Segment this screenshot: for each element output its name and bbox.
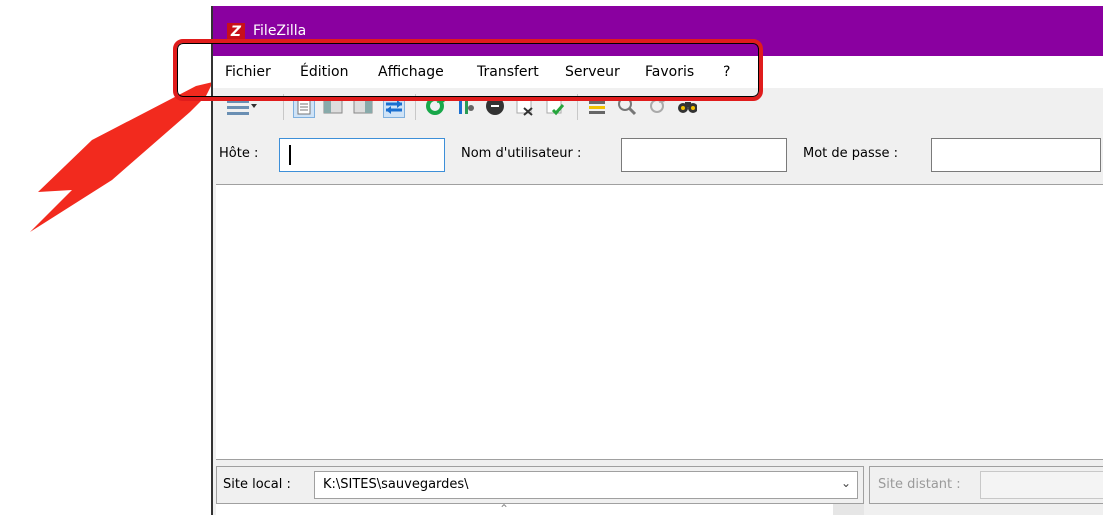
host-input[interactable] [279, 138, 445, 172]
caret-up-icon: ⌃ [499, 502, 510, 515]
username-label: Nom d'utilisateur : [461, 146, 582, 161]
local-tree [216, 504, 864, 515]
quickconnect-bar: Hôte : Nom d'utilisateur : Mot de passe … [213, 128, 1103, 182]
local-path-select[interactable]: K:\SITES\sauvegardes\ ⌄ [314, 471, 858, 499]
remote-path-select[interactable] [980, 471, 1103, 499]
password-label: Mot de passe : [803, 146, 899, 161]
host-label: Hôte : [219, 146, 259, 161]
local-site-bar: Site local : K:\SITES\sauvegardes\ ⌄ [216, 466, 864, 504]
text-cursor [289, 145, 291, 165]
password-input[interactable] [931, 138, 1101, 172]
remote-site-bar: Site distant : [869, 466, 1103, 504]
local-site-label: Site local : [223, 477, 291, 492]
window-title: FileZilla [253, 23, 307, 39]
chevron-down-icon[interactable]: ⌄ [841, 476, 851, 490]
username-input[interactable] [621, 138, 787, 172]
local-path-value: K:\SITES\sauvegardes\ [323, 477, 469, 492]
message-log [216, 184, 1103, 460]
local-tree-scrollbar[interactable] [833, 504, 864, 515]
annotation-highlight-box [173, 39, 763, 101]
remote-site-label: Site distant : [878, 477, 961, 492]
